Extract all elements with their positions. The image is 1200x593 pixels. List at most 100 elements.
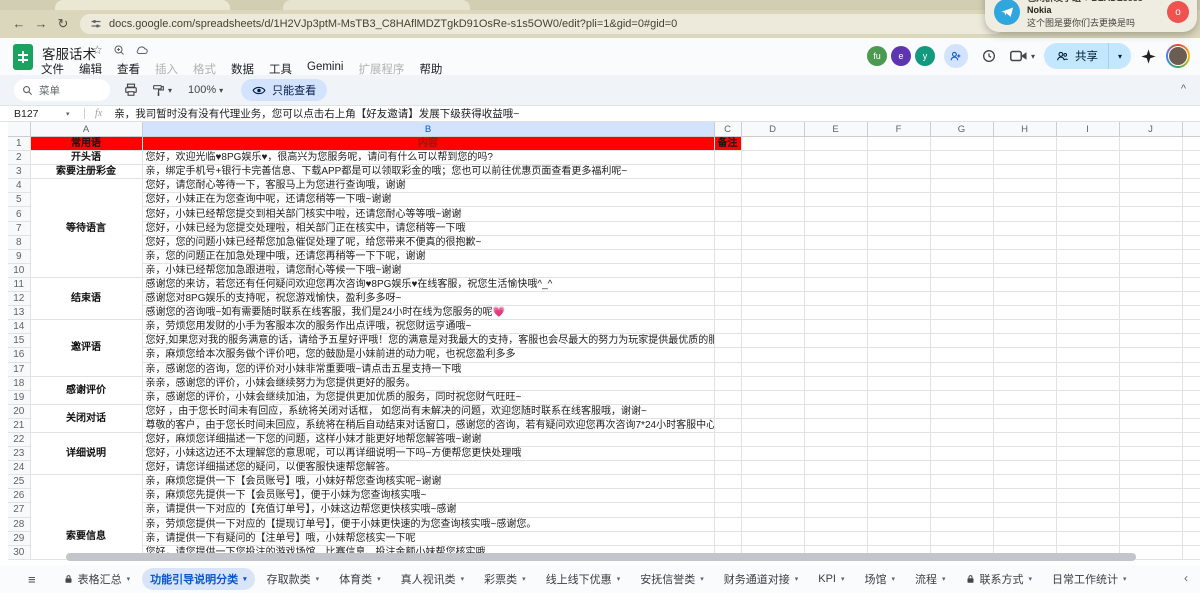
grid-cell[interactable] xyxy=(1056,263,1119,277)
grid-cell[interactable] xyxy=(741,207,804,221)
grid-cell[interactable] xyxy=(1119,390,1182,404)
grid-cell[interactable] xyxy=(930,348,993,362)
grid-cell[interactable] xyxy=(1056,390,1119,404)
grid-cell[interactable] xyxy=(1119,404,1182,418)
row-header[interactable]: 24 xyxy=(8,461,30,475)
grid-cell[interactable] xyxy=(993,221,1056,235)
grid-cell[interactable]: 亲，请提供一下有疑问的【注单号】哦，小妹帮您核实一下呢 xyxy=(142,531,714,545)
grid-cell[interactable] xyxy=(993,277,1056,291)
grid-cell[interactable] xyxy=(1056,447,1119,461)
grid-cell[interactable]: 您好，您的问题小妹已经帮您加急催促处理了呢，给您带来不便真的很抱歉~ xyxy=(142,235,714,249)
grid-cell[interactable]: 亲，麻烦您提供一下【会员账号】哦，小妹好帮您查询核实呢~谢谢 xyxy=(142,475,714,489)
grid-cell[interactable] xyxy=(804,221,867,235)
sheet-tab-彩票类[interactable]: 彩票类▾ xyxy=(476,568,534,590)
grid-cell[interactable] xyxy=(804,263,867,277)
grid-cell[interactable] xyxy=(1182,475,1200,489)
row-header[interactable]: 7 xyxy=(8,221,30,235)
grid-cell[interactable]: 您好,如果您对我的服务满意的话，请给予五星好评哦！您的满意是对我最大的支持，客服… xyxy=(142,334,714,348)
grid-cell[interactable] xyxy=(714,292,741,306)
grid-cell[interactable] xyxy=(714,179,741,193)
grid-cell[interactable] xyxy=(1056,179,1119,193)
view-only-badge[interactable]: 只能查看 xyxy=(241,79,327,101)
grid-cell[interactable] xyxy=(1182,137,1200,151)
share-button[interactable]: 共享 ▾ xyxy=(1044,43,1131,69)
grid-cell[interactable] xyxy=(1182,404,1200,418)
grid-cell[interactable] xyxy=(804,277,867,291)
grid-cell[interactable] xyxy=(1056,461,1119,475)
grid-cell[interactable] xyxy=(1182,503,1200,517)
sheet-tab-表格汇总[interactable]: 表格汇总▾ xyxy=(56,568,139,590)
grid-cell[interactable] xyxy=(993,531,1056,545)
grid-cell[interactable] xyxy=(930,418,993,432)
grid-cell[interactable] xyxy=(741,376,804,390)
grid-cell[interactable] xyxy=(741,165,804,179)
category-cell[interactable]: 索要注册彩金 xyxy=(30,165,142,179)
column-header-H[interactable]: H xyxy=(993,122,1056,137)
grid-cell[interactable] xyxy=(1182,432,1200,446)
notification-popup[interactable]: 包网群发小组 + BEADE8888 Nokia 这个图是要你们去更换是吗 o xyxy=(985,0,1197,32)
grid-cell[interactable] xyxy=(1182,193,1200,207)
grid-cell[interactable] xyxy=(930,362,993,376)
sheet-tab-KPI[interactable]: KPI▾ xyxy=(810,570,852,588)
column-header-C[interactable]: C xyxy=(714,122,741,137)
grid-cell[interactable] xyxy=(1119,447,1182,461)
grid-cell[interactable] xyxy=(804,418,867,432)
row-header[interactable]: 29 xyxy=(8,531,30,545)
grid-cell[interactable] xyxy=(741,334,804,348)
grid-cell[interactable]: 感谢您的来访，若您还有任何疑问欢迎您再次咨询♥8PG娱乐♥在线客服，祝您生活愉快… xyxy=(142,277,714,291)
grid-cell[interactable] xyxy=(1119,517,1182,531)
grid-cell[interactable] xyxy=(804,461,867,475)
grid-cell[interactable] xyxy=(993,263,1056,277)
grid-cell[interactable] xyxy=(1182,362,1200,376)
grid-cell[interactable] xyxy=(714,348,741,362)
table-header-cell[interactable]: 备注 xyxy=(714,137,741,151)
grid-cell[interactable] xyxy=(741,179,804,193)
grid-cell[interactable]: 您好，请您耐心等待一下，客服马上为您进行查询哦，谢谢 xyxy=(142,179,714,193)
grid-cell[interactable] xyxy=(1056,362,1119,376)
grid-cell[interactable] xyxy=(1182,390,1200,404)
chevron-down-icon[interactable]: ▾ xyxy=(168,86,172,95)
grid-cell[interactable] xyxy=(1056,221,1119,235)
grid-cell[interactable] xyxy=(993,306,1056,320)
row-header[interactable]: 15 xyxy=(8,334,30,348)
grid-cell[interactable] xyxy=(930,461,993,475)
grid-cell[interactable] xyxy=(1182,320,1200,334)
grid-cell[interactable] xyxy=(867,517,930,531)
grid-cell[interactable] xyxy=(993,207,1056,221)
row-header[interactable]: 26 xyxy=(8,489,30,503)
grid-cell[interactable] xyxy=(1182,517,1200,531)
grid-cell[interactable] xyxy=(1119,376,1182,390)
formula-input[interactable]: 亲，我司暂时没有没有代理业务，您可以点击右上角【好友邀请】发展下级获得收益哦~ xyxy=(114,106,519,121)
grid-cell[interactable] xyxy=(930,221,993,235)
grid-cell[interactable] xyxy=(1119,362,1182,376)
grid-cell[interactable] xyxy=(993,151,1056,165)
row-header[interactable]: 4 xyxy=(8,179,30,193)
grid-cell[interactable] xyxy=(1119,235,1182,249)
grid-cell[interactable] xyxy=(1119,277,1182,291)
grid-cell[interactable] xyxy=(930,320,993,334)
collapse-toolbar-icon[interactable]: ^ xyxy=(1181,83,1186,95)
grid-cell[interactable] xyxy=(1119,193,1182,207)
grid-cell[interactable] xyxy=(1056,193,1119,207)
chevron-down-icon[interactable]: ▾ xyxy=(942,575,946,583)
grid-cell[interactable] xyxy=(714,165,741,179)
grid-cell[interactable] xyxy=(804,447,867,461)
grid-cell[interactable] xyxy=(741,531,804,545)
row-header[interactable]: 17 xyxy=(8,362,30,376)
row-header[interactable]: 1 xyxy=(8,137,30,151)
category-cell[interactable]: 等待语言 xyxy=(30,179,142,278)
grid-cell[interactable] xyxy=(867,137,930,151)
row-header[interactable]: 16 xyxy=(8,348,30,362)
profile-avatar[interactable] xyxy=(1166,44,1190,68)
grid-cell[interactable] xyxy=(1056,418,1119,432)
grid-cell[interactable]: 感谢您的咨询哦~如有需要随时联系在线客服，我们是24小时在线为您服务的呢💗 xyxy=(142,306,714,320)
chevron-down-icon[interactable]: ▾ xyxy=(243,575,247,583)
row-header[interactable]: 18 xyxy=(8,376,30,390)
grid-cell[interactable] xyxy=(1056,348,1119,362)
grid-cell[interactable]: 感谢您对8PG娱乐的支持呢，祝您游戏愉快，盈利多多呀~ xyxy=(142,292,714,306)
share-dropdown-icon[interactable]: ▾ xyxy=(1109,52,1131,61)
sheet-tab-联系方式[interactable]: 联系方式▾ xyxy=(958,568,1041,590)
video-call-button[interactable]: ▾ xyxy=(1010,49,1035,63)
collaborator-avatar[interactable]: fu xyxy=(867,46,887,66)
column-header[interactable] xyxy=(1182,122,1200,137)
